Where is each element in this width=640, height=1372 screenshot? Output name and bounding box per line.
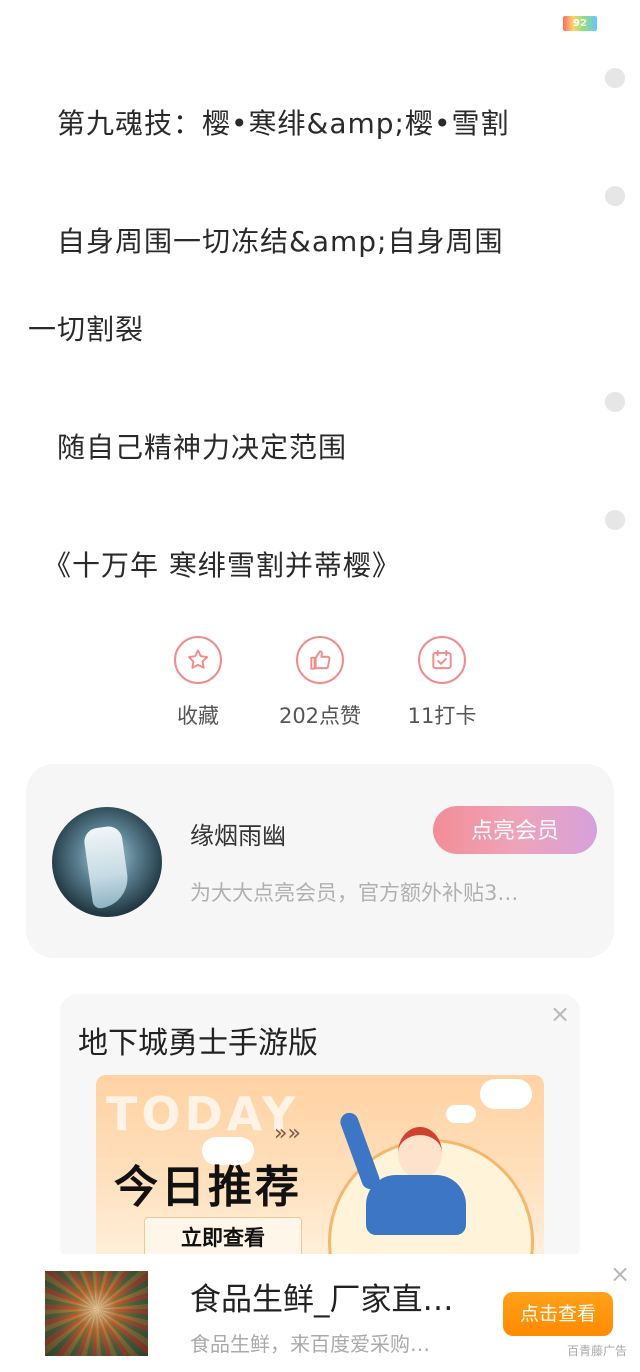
bottom-ad-desc: 食品生鲜，来百度爱采购… [190,1332,430,1356]
author-card: 缘烟雨幽 为大大点亮会员，官方额外补贴3… 点亮会员 [26,764,614,958]
comment-marker[interactable] [605,68,625,88]
content-paragraph: 第九魂技：樱•寒绯&amp;樱•雪割 [28,107,510,140]
calendar-check-icon[interactable] [418,636,466,684]
content-paragraph: 《十万年 寒绯雪割并蒂樱》 [28,549,401,582]
ad-source-label: 百青藤广告 [567,1344,628,1358]
content-paragraph: 自身周围一切冻结&amp;自身周围 [28,225,504,258]
content-paragraph: 一切割裂 [28,313,145,346]
ad-banner-image[interactable]: TODAY »» 今日推荐 立即查看 [96,1075,544,1264]
close-icon[interactable]: × [550,1002,570,1026]
checkin-count-label: 11打卡 [407,704,477,728]
banner-bg-text: TODAY [106,1087,300,1141]
favorite-action[interactable]: 收藏 [143,636,253,730]
comment-marker[interactable] [605,392,625,412]
banner-arrows: »» [274,1121,301,1146]
ad-title[interactable]: 地下城勇士手游版 [78,1018,318,1062]
banner-headline: 今日推荐 [114,1162,302,1213]
close-icon[interactable]: × [610,1262,630,1286]
content-paragraph: 随自己精神力决定范围 [28,431,348,464]
banner-cta[interactable]: 立即查看 [144,1217,302,1259]
battery-indicator: 92 [563,16,597,31]
bottom-ad[interactable]: 食品生鲜_厂家直… 食品生鲜，来百度爱采购… 点击查看 × 百青藤广告 [0,1254,640,1372]
author-subtitle: 为大大点亮会员，官方额外补贴3… [190,881,519,905]
comment-marker[interactable] [605,510,625,530]
like-action[interactable]: 202点赞 [265,636,375,730]
ad-thumbnail[interactable] [45,1271,148,1356]
star-icon[interactable] [174,636,222,684]
like-count-label: 202点赞 [278,704,362,728]
vip-button[interactable]: 点亮会员 [433,806,597,854]
view-button[interactable]: 点击查看 [503,1292,613,1336]
checkin-action[interactable]: 11打卡 [387,636,497,730]
avatar[interactable] [52,807,162,917]
ad-card[interactable]: 地下城勇士手游版 × TODAY »» 今日推荐 立即查看 [60,994,580,1264]
author-name[interactable]: 缘烟雨幽 [190,816,286,851]
bottom-ad-title[interactable]: 食品生鲜_厂家直… [190,1274,480,1319]
thumbs-up-icon[interactable] [296,636,344,684]
favorite-label: 收藏 [177,704,219,728]
comment-marker[interactable] [605,186,625,206]
